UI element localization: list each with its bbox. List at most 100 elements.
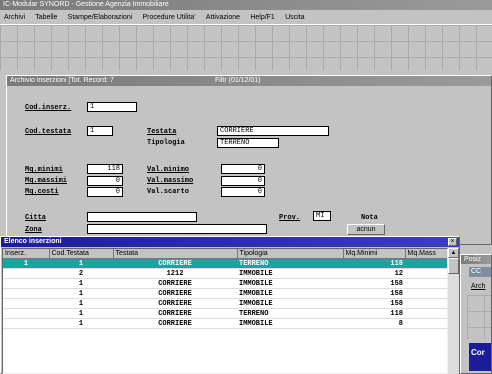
toolbar[interactable] [0, 24, 492, 70]
nota-button[interactable]: acnun [347, 224, 385, 235]
form-titlebar: Archivio inserzioni [Tot. Record: 7 Filt… [7, 76, 491, 86]
mq-coste-field[interactable]: 0 [87, 187, 123, 197]
side-titlebar: Posiz [461, 255, 491, 264]
testata-field[interactable]: CORRIERE [217, 126, 329, 136]
side-window: Posiz CC Arch Cor [460, 254, 492, 374]
menu-procedure[interactable]: Procedure Utilita' [143, 14, 196, 21]
cod-inserz-label: Cod.inserz. [25, 104, 72, 112]
cell-mass [405, 278, 447, 289]
cell-inserz [3, 298, 49, 309]
table-row[interactable]: 1 CORRIERE IMMOBILE 8 [3, 318, 447, 329]
cell-testata: CORRIERE [113, 278, 237, 289]
menu-attivazione[interactable]: Attivazione [206, 14, 240, 21]
list-window: Elenco inserzioni × Inserz. Cod.Testata … [0, 236, 460, 374]
val-scarto-label: Val.scarto [147, 188, 190, 196]
menu-archivi[interactable]: Archivi [4, 14, 25, 21]
tipologia-label: Tipologia [147, 139, 185, 147]
cell-minimi: 12 [343, 268, 405, 279]
cell-testata: CORRIERE [113, 308, 237, 319]
menu-tabelle[interactable]: Tabelle [35, 14, 57, 21]
cell-mass [405, 318, 447, 329]
cell-tipologia: IMMOBILE [237, 298, 343, 309]
cell-cod: 2 [49, 268, 113, 279]
col-tipologia[interactable]: Tipologia [237, 249, 344, 259]
mq-minimi-field[interactable]: 118 [87, 164, 123, 174]
nota-label: Nota [361, 214, 378, 222]
menu-uscita[interactable]: Uscita [285, 14, 304, 21]
menu-stampe[interactable]: Stampe/Elaborazioni [68, 14, 133, 21]
menu-help[interactable]: Help/F1 [250, 14, 275, 21]
cell-testata: CORRIERE [113, 318, 237, 329]
side-menu-item[interactable]: Arch [471, 283, 485, 290]
table-row[interactable]: 1 CORRIERE IMMOBILE 158 [3, 298, 447, 309]
col-cod-testata[interactable]: Cod.Testata [49, 249, 114, 259]
cell-cod: 1 [49, 288, 113, 299]
prov-field[interactable]: MI [313, 211, 331, 221]
val-massimo-field[interactable]: 0 [221, 176, 265, 186]
cell-inserz [3, 288, 49, 299]
cell-minimi: 158 [343, 278, 405, 289]
col-testata[interactable]: Testata [113, 249, 238, 259]
cell-mass [405, 288, 447, 299]
cell-mass [405, 268, 447, 279]
table-row[interactable]: 1 CORRIERE IMMOBILE 158 [3, 288, 447, 299]
col-mq-mass[interactable]: Mq.Mass [405, 249, 447, 259]
close-icon[interactable]: × [448, 238, 457, 246]
prov-label: Prov. [279, 214, 301, 222]
cell-testata: CORRIERE [113, 288, 237, 299]
mq-minimi-label: Mq.minimi [25, 166, 63, 174]
form-title-right: Filtr (01/12/01) [215, 77, 261, 84]
cell-cod: 1 [49, 308, 113, 319]
inserzioni-table: Inserz. Cod.Testata Testata Tipologia Mq… [3, 249, 447, 329]
list-title: Elenco inserzioni [4, 238, 62, 245]
scroll-thumb[interactable] [448, 258, 459, 274]
list-scrollbar[interactable]: ▲ [448, 248, 459, 374]
cell-tipologia: IMMOBILE [237, 288, 343, 299]
side-title: Posiz [464, 256, 482, 263]
tipologia-field[interactable]: TERRENO [217, 138, 279, 148]
zona-field[interactable] [87, 224, 267, 234]
table-header: Inserz. Cod.Testata Testata Tipologia Mq… [3, 249, 447, 259]
table-row[interactable]: 1 CORRIERE IMMOBILE 158 [3, 278, 447, 289]
mq-coste-label: Mq.costi [25, 188, 59, 196]
cell-minimi: 158 [343, 288, 405, 299]
table-row[interactable]: 2 1212 IMMOBILE 12 [3, 268, 447, 279]
citta-label: Citta [25, 214, 47, 222]
cell-tipologia: IMMOBILE [237, 318, 343, 329]
side-tab[interactable]: CC [469, 267, 491, 277]
scroll-up-icon[interactable]: ▲ [448, 248, 459, 258]
col-inserz[interactable]: Inserz. [3, 249, 50, 259]
mq-massimi-field[interactable]: 0 [87, 176, 123, 186]
list-grid: Inserz. Cod.Testata Testata Tipologia Mq… [2, 248, 448, 374]
table-row[interactable]: 1 1 CORRIERE TERRENO 118 [3, 258, 447, 269]
val-minimo-field[interactable]: 0 [221, 164, 265, 174]
form-window: Archivio inserzioni [Tot. Record: 7 Filt… [6, 75, 492, 245]
side-label: Cor [471, 348, 485, 357]
cod-testata-field[interactable]: 1 [87, 126, 113, 136]
cell-inserz [3, 308, 49, 319]
cell-inserz: 1 [3, 258, 49, 269]
val-scarto-field[interactable]: 0 [221, 187, 265, 197]
testata-label: Testata [147, 128, 177, 136]
table-row[interactable]: 1 CORRIERE TERRENO 118 [3, 308, 447, 319]
cell-mass [405, 308, 447, 319]
cell-minimi: 8 [343, 318, 405, 329]
citta-field[interactable] [87, 212, 197, 222]
form-title: Archivio inserzioni [Tot. Record: 7 [10, 77, 114, 84]
cell-cod: 1 [49, 298, 113, 309]
cell-testata: 1212 [113, 268, 237, 279]
col-mq-minimi[interactable]: Mq.Minimi [343, 249, 406, 259]
cell-inserz [3, 318, 49, 329]
mq-massimi-label: Mq.massimi [25, 177, 68, 185]
app-titlebar: IC-Modular SYNORD - Gestione Agenzia Imm… [0, 0, 492, 10]
cod-inserz-field[interactable]: 1 [87, 102, 137, 112]
cell-tipologia: TERRENO [237, 258, 343, 269]
side-panel: Cor [469, 343, 491, 371]
cell-testata: CORRIERE [113, 258, 237, 269]
cell-tipologia: IMMOBILE [237, 268, 343, 279]
cell-minimi: 158 [343, 298, 405, 309]
side-toolbar[interactable] [467, 295, 491, 339]
cell-minimi: 118 [343, 258, 405, 269]
cell-cod: 1 [49, 278, 113, 289]
cell-inserz [3, 278, 49, 289]
